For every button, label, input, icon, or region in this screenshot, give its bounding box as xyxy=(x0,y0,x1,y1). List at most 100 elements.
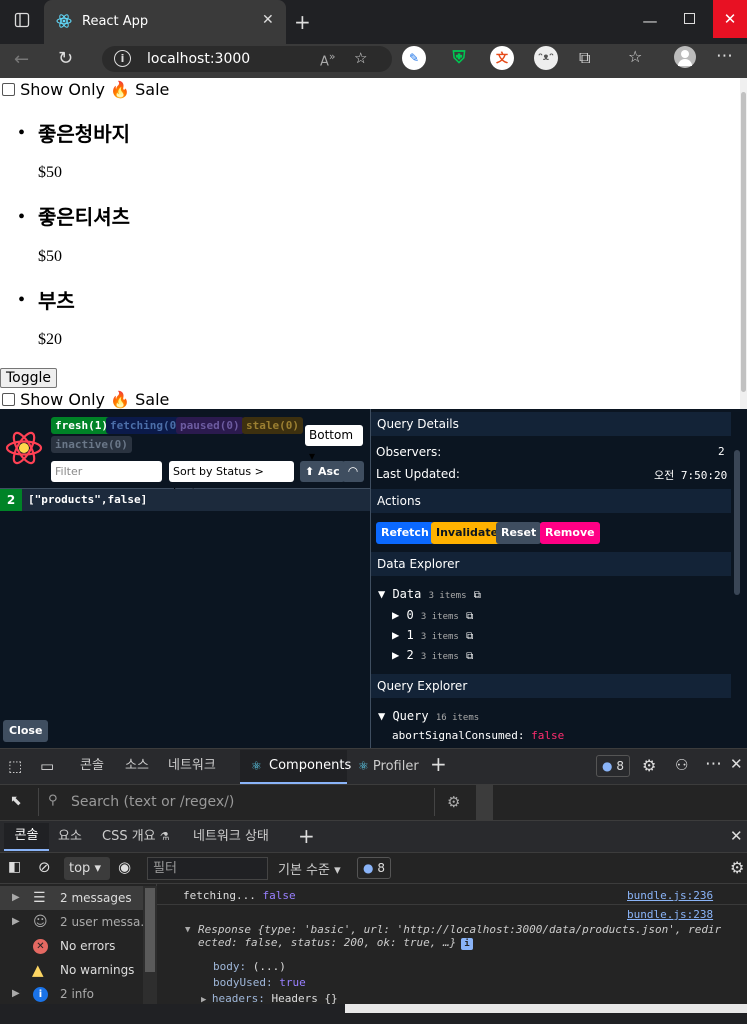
log-level-select[interactable]: 기본 수준 ▾ xyxy=(278,859,341,878)
favorites-icon[interactable]: ☆ xyxy=(628,47,642,66)
data-tree-item[interactable]: ▶ 0 3 items ⧉ xyxy=(392,608,473,622)
tab-actions-icon[interactable] xyxy=(10,12,34,32)
data-tree-root[interactable]: ▼ Data 3 items ⧉ xyxy=(378,587,481,601)
clear-console-icon[interactable]: ⊘ xyxy=(38,858,51,876)
select-element-icon[interactable]: ⬉ xyxy=(10,793,22,809)
details-scrollbar[interactable] xyxy=(734,450,740,595)
tab-close-icon[interactable]: ✕ xyxy=(262,12,274,28)
badge-fresh[interactable]: fresh(1) xyxy=(51,417,112,434)
back-icon[interactable]: ← xyxy=(14,49,29,70)
settings-icon[interactable]: ⚙ xyxy=(642,756,656,775)
extension-face-icon[interactable]: ᵔᴥᵔ xyxy=(534,46,558,70)
devtools-more-icon[interactable]: ⋯ xyxy=(705,754,722,774)
minimize-icon[interactable]: — xyxy=(640,12,660,30)
read-aloud-icon[interactable]: A» xyxy=(320,50,336,69)
data-tree-item[interactable]: ▶ 2 3 items ⧉ xyxy=(392,648,473,662)
more-tabs-icon[interactable]: + xyxy=(430,752,447,776)
sidebar-item-errors[interactable]: ✕ No errors xyxy=(0,934,157,958)
filter-input[interactable]: Filter xyxy=(51,461,162,482)
sidebar-item-messages[interactable]: ▶ ☰ 2 messages xyxy=(0,886,157,910)
sidebar-toggle-icon[interactable]: ◧ xyxy=(8,859,21,875)
query-tree-root[interactable]: ▼ Query 16 items xyxy=(378,709,479,723)
sidebar-item-user-messages[interactable]: ▶ ☺ 2 user messa... xyxy=(0,910,157,934)
tab-console[interactable]: 콘솔 xyxy=(80,748,104,784)
query-row[interactable]: 2 ["products",false] xyxy=(0,489,370,511)
component-settings-icon[interactable]: ⚙ xyxy=(447,793,460,811)
badge-paused[interactable]: paused(0) xyxy=(176,417,244,434)
info-badge-icon[interactable]: i xyxy=(461,938,473,950)
info-icon[interactable]: i xyxy=(114,50,131,67)
wifi-icon[interactable]: ◠ xyxy=(342,461,364,482)
drawer-tab-network-conditions[interactable]: 네트워크 상태 xyxy=(193,821,269,852)
drawer-add-tab-icon[interactable]: + xyxy=(298,824,315,848)
console-filter-input[interactable]: 필터 xyxy=(147,857,268,880)
more-icon[interactable]: ⋯ xyxy=(716,46,733,66)
badge-inactive[interactable]: inactive(0) xyxy=(51,436,132,453)
badge-stale[interactable]: stale(0) xyxy=(242,417,303,434)
console-settings-icon[interactable]: ⚙ xyxy=(730,858,744,877)
position-select[interactable]: Bottom ▾ xyxy=(305,425,363,463)
sort-asc-button[interactable]: ⬆ Asc xyxy=(300,461,345,482)
tab-sources[interactable]: 소스 xyxy=(125,748,149,784)
page-scrollbar[interactable] xyxy=(740,78,747,409)
console-issues-counter[interactable]: ● 8 xyxy=(357,857,391,879)
drawer-close-icon[interactable]: ✕ xyxy=(730,827,743,845)
new-tab-icon[interactable]: + xyxy=(294,10,311,34)
page-scrollbar-thumb[interactable] xyxy=(741,92,746,392)
add-favorite-icon[interactable]: ☆ xyxy=(354,49,367,67)
expand-icon[interactable]: ▼ xyxy=(185,925,190,935)
sale-filter-bottom[interactable]: Show Only 🔥 Sale xyxy=(2,390,169,409)
react-query-logo-icon[interactable] xyxy=(4,428,44,468)
customize-icon[interactable]: ⚇ xyxy=(675,756,688,774)
profile-head xyxy=(681,50,689,58)
invalidate-button[interactable]: Invalidate xyxy=(431,522,504,544)
drawer-tab-elements[interactable]: 요소 xyxy=(58,821,82,852)
issues-counter[interactable]: ● 8 xyxy=(596,755,630,777)
browser-tab[interactable]: React App ✕ xyxy=(44,0,286,44)
address-bar[interactable]: i localhost:3000 A» ☆ xyxy=(102,46,392,72)
extension-translate-icon[interactable]: 文 xyxy=(490,46,514,70)
profile-avatar[interactable] xyxy=(674,46,696,68)
window-close-icon[interactable]: ✕ xyxy=(713,0,747,38)
source-link[interactable]: bundle.js:238 xyxy=(627,908,713,921)
sidebar-item-info[interactable]: ▶ i 2 info xyxy=(0,982,157,1006)
maximize-icon[interactable] xyxy=(684,13,695,24)
component-search-input[interactable]: Search (text or /regex/) xyxy=(71,794,234,810)
live-expression-eye-icon[interactable]: ◉ xyxy=(118,858,131,876)
sort-select[interactable]: Sort by Status > Last ▾ xyxy=(169,461,294,499)
sale-filter-top[interactable]: Show Only 🔥 Sale xyxy=(2,80,169,99)
devtools-close-icon[interactable]: ✕ xyxy=(730,755,743,773)
badge-fetching[interactable]: fetching(0) xyxy=(106,417,187,434)
data-tree-item[interactable]: ▶ 1 3 items ⧉ xyxy=(392,628,473,642)
close-devtools-button[interactable]: Close xyxy=(3,720,49,742)
device-toolbar-icon[interactable]: ▭ xyxy=(40,757,54,775)
toggle-button[interactable]: Toggle xyxy=(0,368,58,388)
reload-icon[interactable]: ↻ xyxy=(58,48,73,69)
context-select[interactable]: top ▾ xyxy=(64,857,110,880)
drawer-tab-console[interactable]: 콘솔 xyxy=(4,823,49,851)
product-name: 좋은티셔츠 xyxy=(38,205,130,229)
extension-feather-icon[interactable]: ✎ xyxy=(402,46,426,70)
inspect-icon[interactable]: ⬚ xyxy=(8,757,22,775)
sale-checkbox[interactable] xyxy=(2,393,15,406)
sale-label-suffix: Sale xyxy=(135,80,170,99)
tab-components[interactable]: ⚛ Components xyxy=(240,750,351,784)
sidebar-scrollbar-thumb[interactable] xyxy=(145,888,155,972)
source-link[interactable]: bundle.js:236 xyxy=(627,889,713,902)
tab-network[interactable]: 네트워크 xyxy=(168,748,216,784)
product-price: $20 xyxy=(38,331,62,348)
remove-button[interactable]: Remove xyxy=(540,522,600,544)
tab-profiler[interactable]: ⚛ Profiler xyxy=(358,748,419,785)
refetch-button[interactable]: Refetch xyxy=(376,522,434,544)
reset-button[interactable]: Reset xyxy=(496,522,542,544)
sidebar-scrollbar[interactable] xyxy=(143,886,157,1004)
extensions-puzzle-icon[interactable]: ⧉ xyxy=(579,48,590,68)
drawer-tab-css-overview[interactable]: CSS 개요 ⚗ xyxy=(102,821,170,852)
extension-shield-icon[interactable]: ⛨ xyxy=(447,46,471,70)
search-scrollbar[interactable] xyxy=(476,784,493,821)
sale-checkbox[interactable] xyxy=(2,83,15,96)
observers-value: 2 xyxy=(718,445,725,458)
copy-icon: ⧉ xyxy=(466,651,474,662)
sidebar-item-warnings[interactable]: ▲ No warnings xyxy=(0,958,157,982)
address-text[interactable]: localhost:3000 xyxy=(147,51,250,67)
